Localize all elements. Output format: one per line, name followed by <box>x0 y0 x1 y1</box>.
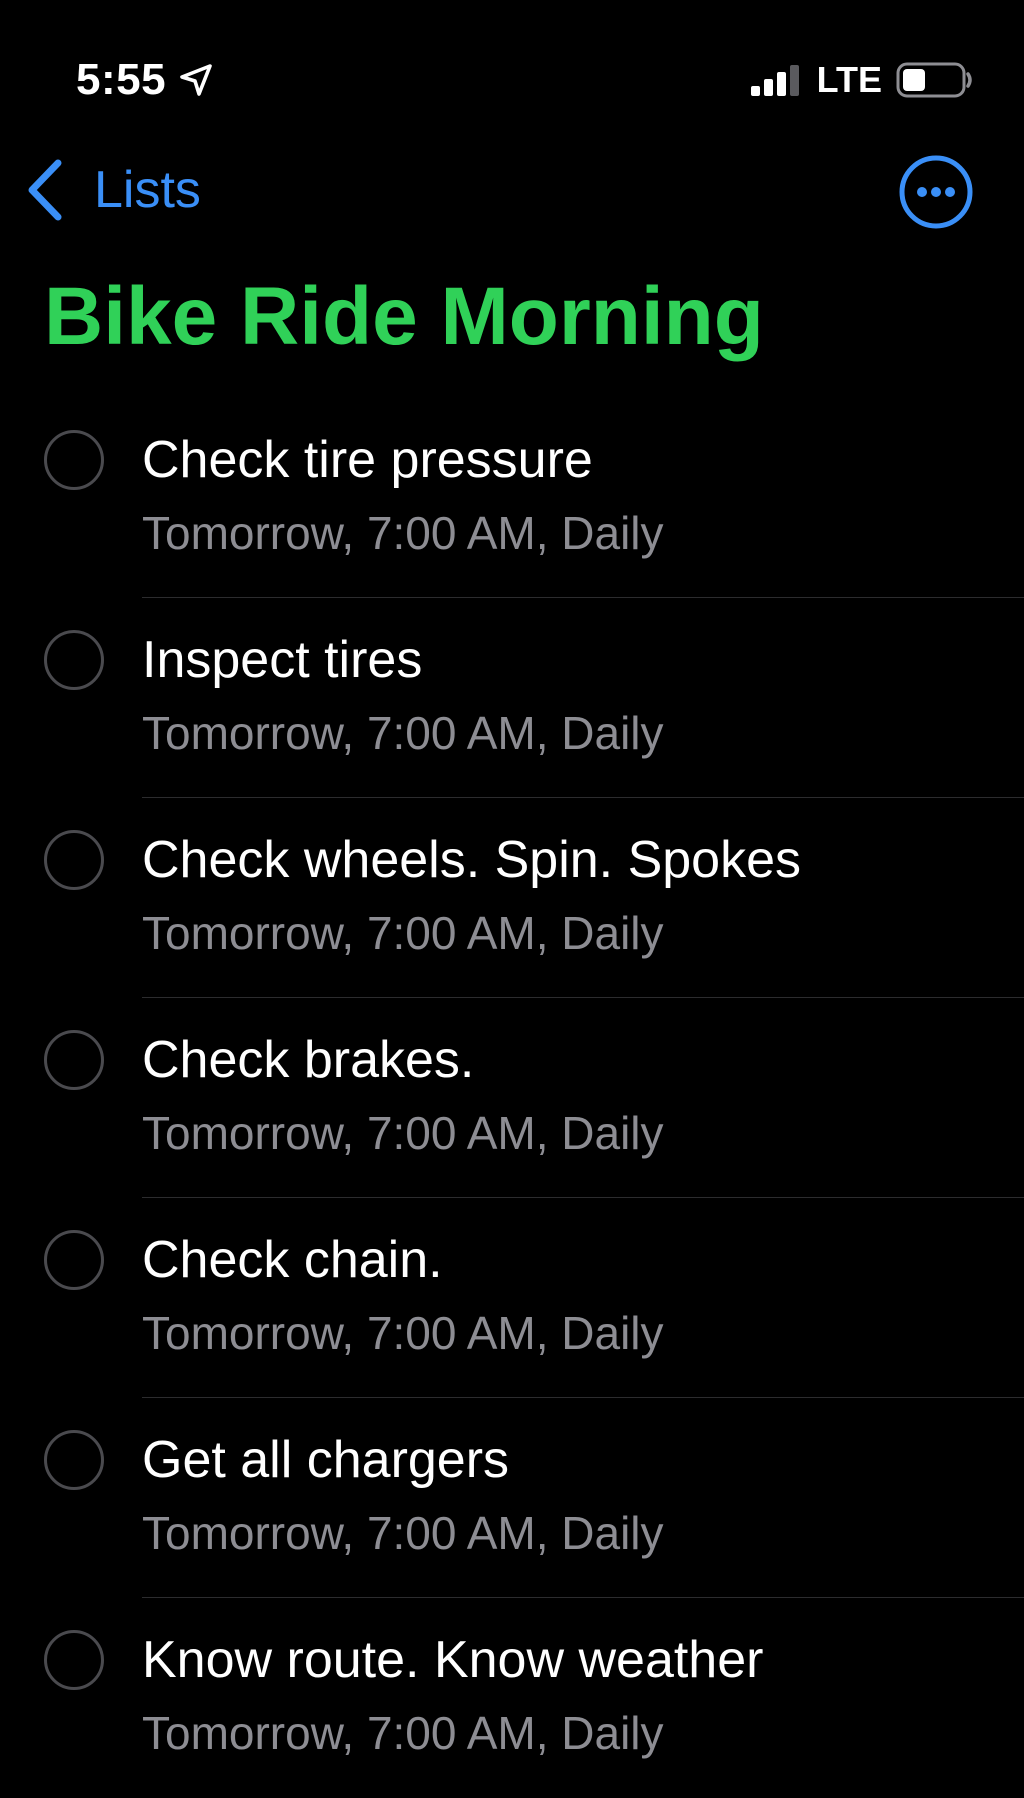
complete-checkbox[interactable] <box>44 1430 104 1490</box>
reminder-title[interactable]: Check chain. <box>142 1230 443 1290</box>
reminder-due-detail: Tomorrow, 7:00 AM, Daily <box>142 1707 664 1759</box>
chevron-left-icon <box>22 157 66 223</box>
navigation-bar: Lists <box>0 140 1024 240</box>
reminder-row[interactable]: Check wheels. Spin. Spokes Tomorrow, 7:00… <box>0 798 1024 998</box>
reminder-row[interactable]: Check brakes. Tomorrow, 7:00 AM, Daily <box>0 998 1024 1198</box>
complete-checkbox[interactable] <box>44 430 104 490</box>
list-title: Bike Ride Morning <box>44 271 764 362</box>
reminder-title[interactable]: Know route. Know weather <box>142 1630 763 1690</box>
status-time-group: 5:55 <box>76 52 214 108</box>
reminder-title[interactable]: Get all chargers <box>142 1430 509 1490</box>
network-type-label: LTE <box>816 59 882 100</box>
reminder-title[interactable]: Inspect tires <box>142 630 422 690</box>
status-bar: 5:55 LTE <box>0 0 1024 130</box>
reminder-due-detail: Tomorrow, 7:00 AM, Daily <box>142 907 664 959</box>
reminder-due-detail: Tomorrow, 7:00 AM, Daily <box>142 1307 664 1359</box>
status-time: 5:55 <box>76 55 167 104</box>
reminder-title[interactable]: Check wheels. Spin. Spokes <box>142 830 801 890</box>
reminder-list: Check tire pressure Tomorrow, 7:00 AM, Da… <box>0 398 1024 1798</box>
reminder-title[interactable]: Check tire pressure <box>142 430 593 490</box>
reminder-due-detail: Tomorrow, 7:00 AM, Daily <box>142 1507 664 1559</box>
complete-checkbox[interactable] <box>44 1030 104 1090</box>
complete-checkbox[interactable] <box>44 1630 104 1690</box>
location-arrow-icon <box>178 62 214 98</box>
status-indicators: LTE <box>749 58 974 102</box>
reminder-due-detail: Tomorrow, 7:00 AM, Daily <box>142 507 664 559</box>
ellipsis-circle-icon <box>898 155 974 234</box>
back-to-lists-button[interactable]: Lists <box>22 154 201 226</box>
complete-checkbox[interactable] <box>44 1230 104 1290</box>
more-options-button[interactable] <box>898 154 974 230</box>
reminder-row[interactable]: Inspect tires Tomorrow, 7:00 AM, Daily <box>0 598 1024 798</box>
reminder-row[interactable]: Check chain. Tomorrow, 7:00 AM, Daily <box>0 1198 1024 1398</box>
battery-icon <box>896 61 974 99</box>
reminder-due-detail: Tomorrow, 7:00 AM, Daily <box>142 707 664 759</box>
reminder-due-detail: Tomorrow, 7:00 AM, Daily <box>142 1107 664 1159</box>
complete-checkbox[interactable] <box>44 630 104 690</box>
cellular-signal-icon <box>749 63 805 97</box>
reminder-row[interactable]: Know route. Know weather Tomorrow, 7:00 A… <box>0 1598 1024 1798</box>
reminder-row[interactable]: Get all chargers Tomorrow, 7:00 AM, Daily <box>0 1398 1024 1598</box>
back-button-label: Lists <box>94 161 201 219</box>
complete-checkbox[interactable] <box>44 830 104 890</box>
reminder-row[interactable]: Check tire pressure Tomorrow, 7:00 AM, Da… <box>0 398 1024 598</box>
reminder-title[interactable]: Check brakes. <box>142 1030 474 1090</box>
